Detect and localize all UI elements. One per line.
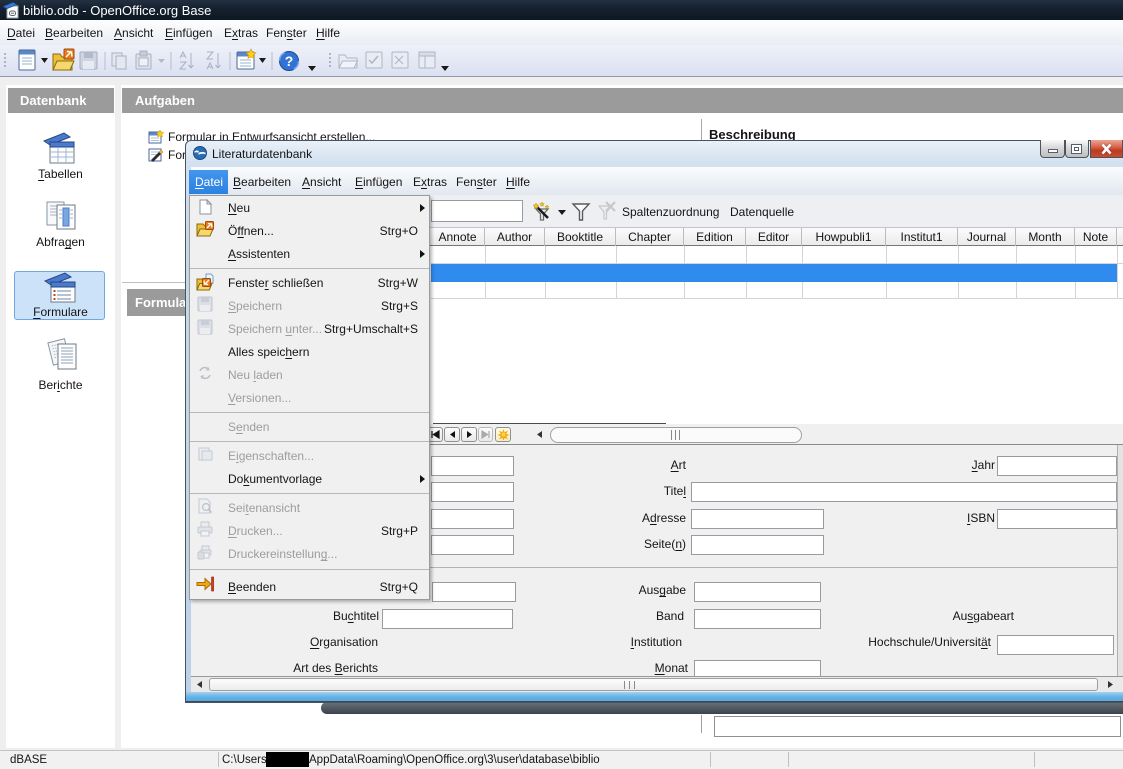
svg-text:?: ?: [285, 53, 294, 69]
